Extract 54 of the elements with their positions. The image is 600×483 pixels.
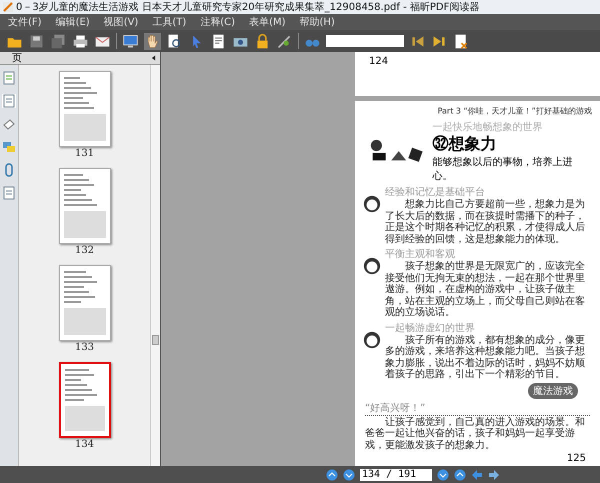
paragraph: 想象力比自己方要超前一些，想象力是为了长大后的数据，而在孩提时需播下的种子，正是这个时期各种记忆的积累，才使得成人后得到经验的回馈，这是想象能力的体现。 <box>385 199 586 245</box>
pages-icon[interactable] <box>2 94 16 108</box>
paragraph: 孩子想象的世界是无限宽广的，应该完全接受他们无拘无束的想法，一起在那个世界里遨游。例如，在虚构的游戏中，让孩子做主角，站在主观的立场上，而父母自己则站在客观的立场说话。 <box>385 261 586 318</box>
paragraph: 让孩子感觉到，自己真的进入游戏的场景。和爸爸一起让他兴奋的话，孩子和妈妈一起享受游戏，更能激发孩子的想象力。 <box>365 416 586 451</box>
avatar-icon <box>363 195 381 213</box>
subtitle: 能够想象以后的事物，培养上进心。 <box>432 156 574 183</box>
first-page-icon[interactable] <box>326 468 338 480</box>
section-heading: 一起畅游虚幻的世界 <box>385 322 476 334</box>
menu-item[interactable]: 帮助(H) <box>300 15 335 29</box>
last-page-icon[interactable] <box>454 468 466 480</box>
forward-arrow-icon[interactable] <box>488 468 500 480</box>
menu-item[interactable]: 工具(T) <box>152 15 186 29</box>
page-number: 133 <box>74 341 94 354</box>
back-arrow-icon[interactable] <box>471 468 483 480</box>
panel-title: 页 <box>12 52 22 65</box>
collapse-icon[interactable] <box>151 55 156 61</box>
next-page-icon[interactable] <box>437 468 449 480</box>
previous-page-icon[interactable] <box>343 468 355 480</box>
page-thumbnail[interactable] <box>58 71 110 147</box>
section-heading: 平衡主观和客观 <box>385 248 456 260</box>
page-thumbnail[interactable] <box>58 362 110 438</box>
window-title: 0－3岁儿童的魔法生活游戏 日本天才儿童研究专家20年研究成果集萃_12908458.pdf - 福昕PDF阅读器 <box>16 0 480 14</box>
page-number: 132 <box>74 244 94 257</box>
menu-item[interactable]: 表单(M) <box>249 15 286 29</box>
page-number: 134 <box>74 438 94 451</box>
cloud-label: 魔法游戏 <box>528 382 578 398</box>
avatar-icon <box>363 330 381 348</box>
print-icon[interactable] <box>72 32 89 50</box>
comments-icon[interactable] <box>2 140 16 154</box>
disk-stack-icon[interactable] <box>50 32 67 50</box>
menu-item[interactable]: 文件(F) <box>8 15 42 29</box>
monitor-icon[interactable] <box>122 32 139 50</box>
paragraph: 孩子所有的游戏，都有想象的成分，像更多的游戏，来培养这种想象能力吧。当孩子想象力膨胀，说出不着边际的话时，妈妈不妨顺着孩子的思路，引出下一个精彩的节目。 <box>385 334 586 380</box>
page-thumbnail[interactable] <box>58 168 110 244</box>
menu-item[interactable]: 编辑(E) <box>56 15 90 29</box>
hand-icon[interactable] <box>144 32 161 50</box>
document-icon[interactable] <box>453 32 470 50</box>
tagline: 一起快乐地畅想象的世界 <box>432 120 544 134</box>
page-number: 131 <box>74 147 94 160</box>
part-header: Part 3 “你哇，天才儿童！”打好基础的游戏 <box>438 106 592 117</box>
chapter-title: ㉜想象力 <box>432 134 498 155</box>
page-number: 124 <box>369 56 388 67</box>
menu-item[interactable]: 视图(V) <box>104 15 138 29</box>
scrollbar[interactable] <box>150 65 160 466</box>
page-thumbnail[interactable] <box>58 265 110 341</box>
page-number: 125 <box>566 453 586 464</box>
section-heading: 经验和记忆是基础平台 <box>385 186 486 198</box>
avatar-icon <box>363 257 381 275</box>
zoom-icon[interactable] <box>166 32 183 50</box>
menu-item[interactable]: 注释(C) <box>200 15 236 29</box>
quote-heading: “好高兴呀！” <box>365 400 590 416</box>
page-field[interactable]: 134 / 191 <box>360 468 432 480</box>
save-icon[interactable] <box>28 32 45 50</box>
search-field[interactable] <box>326 35 404 47</box>
